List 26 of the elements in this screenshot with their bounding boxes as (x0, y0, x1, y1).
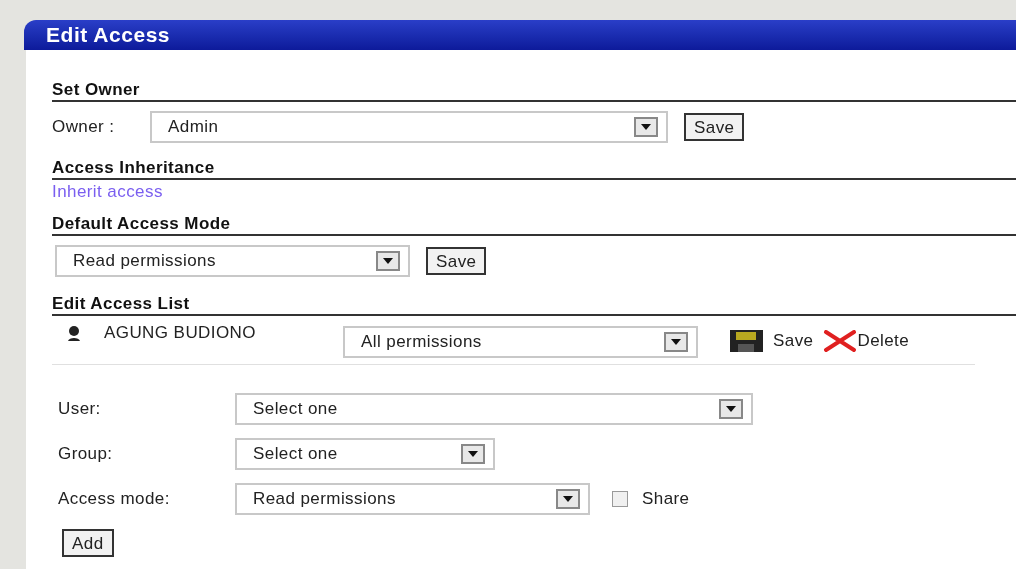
user-label: User: (58, 398, 102, 421)
share-checkbox[interactable] (612, 491, 628, 507)
delete-button[interactable]: Delete (823, 328, 910, 354)
section-heading: Set Owner (52, 80, 1016, 102)
section-heading: Access Inheritance (52, 158, 1016, 180)
access-mode-select[interactable]: Read permissions (235, 483, 590, 515)
user-name: AGUNG BUDIONO (104, 322, 257, 344)
save-button[interactable]: Save (426, 247, 487, 275)
group-select[interactable]: Select one (235, 438, 495, 470)
access-mode-select[interactable]: Read permissions (55, 245, 410, 277)
inherit-access-link[interactable]: Inherit access (52, 180, 1016, 204)
section-heading: Default Access Mode (52, 214, 1016, 236)
permission-select[interactable]: All permissions (343, 326, 698, 358)
save-button[interactable]: Save (684, 113, 745, 141)
share-label: Share (642, 488, 690, 511)
group-label: Group: (58, 443, 114, 466)
close-icon (823, 329, 858, 352)
save-button[interactable]: Save (730, 328, 814, 354)
user-select[interactable]: Select one (235, 393, 753, 425)
panel-header: Edit Access (24, 20, 1016, 50)
owner-select[interactable]: Admin (150, 111, 668, 143)
section-heading: Edit Access List (52, 294, 1016, 316)
access-mode-label: Access mode: (58, 488, 171, 511)
owner-label: Owner : (52, 116, 116, 139)
add-button[interactable]: Add (62, 529, 114, 557)
user-icon (65, 324, 83, 342)
